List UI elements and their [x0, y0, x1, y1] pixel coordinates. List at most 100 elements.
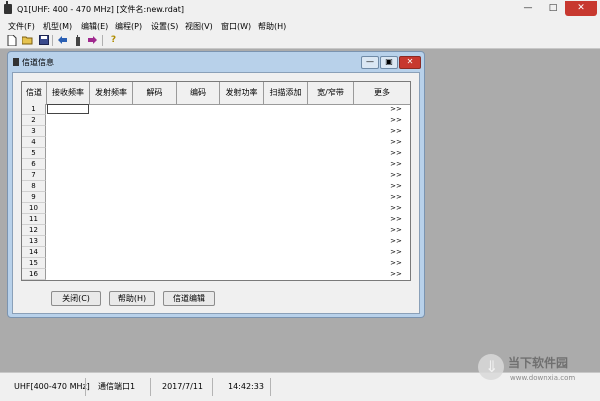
more-link[interactable]: >>: [382, 247, 410, 258]
table-row[interactable]: 1 >>: [22, 104, 410, 115]
row-number: 7: [22, 170, 46, 181]
menu-help[interactable]: 帮助(H): [258, 21, 286, 32]
more-link[interactable]: >>: [382, 115, 410, 126]
col-header-tx-power[interactable]: 发射功率: [220, 82, 264, 104]
menu-view[interactable]: 视图(V): [185, 21, 213, 32]
help-icon[interactable]: ?: [108, 35, 119, 46]
row-number: 11: [22, 214, 46, 225]
table-row[interactable]: 14 >>: [22, 247, 410, 258]
col-header-scan-add[interactable]: 扫描添加: [264, 82, 308, 104]
minimize-button[interactable]: —: [516, 1, 540, 16]
menu-edit[interactable]: 编辑(E): [81, 21, 108, 32]
more-link[interactable]: >>: [382, 170, 410, 181]
status-separator: [270, 378, 271, 396]
table-row[interactable]: 11 >>: [22, 214, 410, 225]
row-number: 13: [22, 236, 46, 247]
selected-cell[interactable]: [47, 104, 89, 114]
table-row[interactable]: 6 >>: [22, 159, 410, 170]
radio-app-icon: [4, 1, 12, 14]
table-row[interactable]: 5 >>: [22, 148, 410, 159]
arrow-left-icon[interactable]: [57, 35, 68, 46]
channel-grid: 信道 接收频率 发射频率 解码 编码 发射功率 扫描添加 宽/窄带 更多 1 >>…: [21, 81, 411, 281]
child-close-button[interactable]: ✕: [399, 56, 421, 69]
more-link[interactable]: >>: [382, 159, 410, 170]
table-row[interactable]: 2 >>: [22, 115, 410, 126]
table-row[interactable]: 9 >>: [22, 192, 410, 203]
more-link[interactable]: >>: [382, 236, 410, 247]
save-icon[interactable]: [38, 35, 49, 46]
table-row[interactable]: 13 >>: [22, 236, 410, 247]
table-row[interactable]: 3 >>: [22, 126, 410, 137]
more-link[interactable]: >>: [382, 137, 410, 148]
row-number: 14: [22, 247, 46, 258]
child-window-title: 信道信息: [22, 58, 54, 67]
radio-icon: [13, 58, 19, 66]
table-row[interactable]: 4 >>: [22, 137, 410, 148]
more-link[interactable]: >>: [382, 225, 410, 236]
more-link[interactable]: >>: [382, 104, 410, 115]
status-date: 2017/7/11: [162, 382, 204, 391]
table-row[interactable]: 15 >>: [22, 258, 410, 269]
row-number: 4: [22, 137, 46, 148]
col-header-decode[interactable]: 解码: [133, 82, 177, 104]
channel-edit-button[interactable]: 信道编辑: [163, 291, 215, 306]
row-number: 12: [22, 225, 46, 236]
row-number: 3: [22, 126, 46, 137]
toolbar-separator: [102, 35, 103, 46]
menu-window[interactable]: 窗口(W): [221, 21, 251, 32]
new-file-icon[interactable]: [6, 34, 17, 47]
watermark-url: www.downxia.com: [510, 374, 576, 382]
col-header-channel[interactable]: 信道: [22, 82, 47, 104]
more-link[interactable]: >>: [382, 181, 410, 192]
maximize-button[interactable]: □: [541, 1, 565, 16]
table-row[interactable]: 16 >>: [22, 269, 410, 280]
more-link[interactable]: >>: [382, 148, 410, 159]
toolbar-separator: [52, 35, 53, 46]
window-title: Q1[UHF: 400 - 470 MHz] [文件名:new.rdat]: [17, 5, 184, 14]
menu-settings[interactable]: 设置(S): [151, 21, 178, 32]
table-row[interactable]: 12 >>: [22, 225, 410, 236]
open-folder-icon[interactable]: [21, 35, 33, 46]
menu-file[interactable]: 文件(F): [8, 21, 35, 32]
status-separator: [150, 378, 151, 396]
table-row[interactable]: 8 >>: [22, 181, 410, 192]
status-separator: [85, 378, 86, 396]
menu-model[interactable]: 机型(M): [43, 21, 72, 32]
toolbar: ?: [0, 33, 600, 49]
read-radio-icon[interactable]: [72, 35, 83, 46]
menu-bar: 文件(F) 机型(M) 编辑(E) 编程(P) 设置(S) 视图(V) 窗口(W…: [0, 19, 600, 33]
more-link[interactable]: >>: [382, 269, 410, 280]
status-port: 通信端口1: [98, 382, 136, 391]
more-link[interactable]: >>: [382, 192, 410, 203]
col-header-rx-freq[interactable]: 接收频率: [47, 82, 90, 104]
row-number: 8: [22, 181, 46, 192]
arrow-right-icon[interactable]: [87, 35, 98, 46]
menu-program[interactable]: 编程(P): [115, 21, 142, 32]
close-button[interactable]: ✕: [565, 1, 597, 16]
row-number: 10: [22, 203, 46, 214]
more-link[interactable]: >>: [382, 214, 410, 225]
row-number: 6: [22, 159, 46, 170]
watermark-text: 当下软件园: [508, 356, 569, 370]
more-link[interactable]: >>: [382, 258, 410, 269]
row-number: 15: [22, 258, 46, 269]
title-bar: Q1[UHF: 400 - 470 MHz] [文件名:new.rdat] — …: [0, 0, 600, 20]
more-link[interactable]: >>: [382, 203, 410, 214]
row-number: 5: [22, 148, 46, 159]
help-button[interactable]: 帮助(H): [109, 291, 155, 306]
more-link[interactable]: >>: [382, 126, 410, 137]
table-row[interactable]: 10 >>: [22, 203, 410, 214]
row-number: 9: [22, 192, 46, 203]
col-header-encode[interactable]: 编码: [177, 82, 220, 104]
status-band: UHF[400-470 MHz]: [14, 382, 90, 391]
child-maximize-button[interactable]: ▣: [380, 56, 398, 69]
grid-header: 信道 接收频率 发射频率 解码 编码 发射功率 扫描添加 宽/窄带 更多: [22, 82, 410, 105]
col-header-tx-freq[interactable]: 发射频率: [90, 82, 133, 104]
child-client-area: 信道 接收频率 发射频率 解码 编码 发射功率 扫描添加 宽/窄带 更多 1 >>…: [12, 72, 420, 314]
col-header-bandwidth[interactable]: 宽/窄带: [308, 82, 354, 104]
close-dialog-button[interactable]: 关闭(C): [51, 291, 101, 306]
child-minimize-button[interactable]: —: [361, 56, 379, 69]
col-header-more[interactable]: 更多: [354, 82, 410, 104]
table-row[interactable]: 7 >>: [22, 170, 410, 181]
status-separator: [212, 378, 213, 396]
